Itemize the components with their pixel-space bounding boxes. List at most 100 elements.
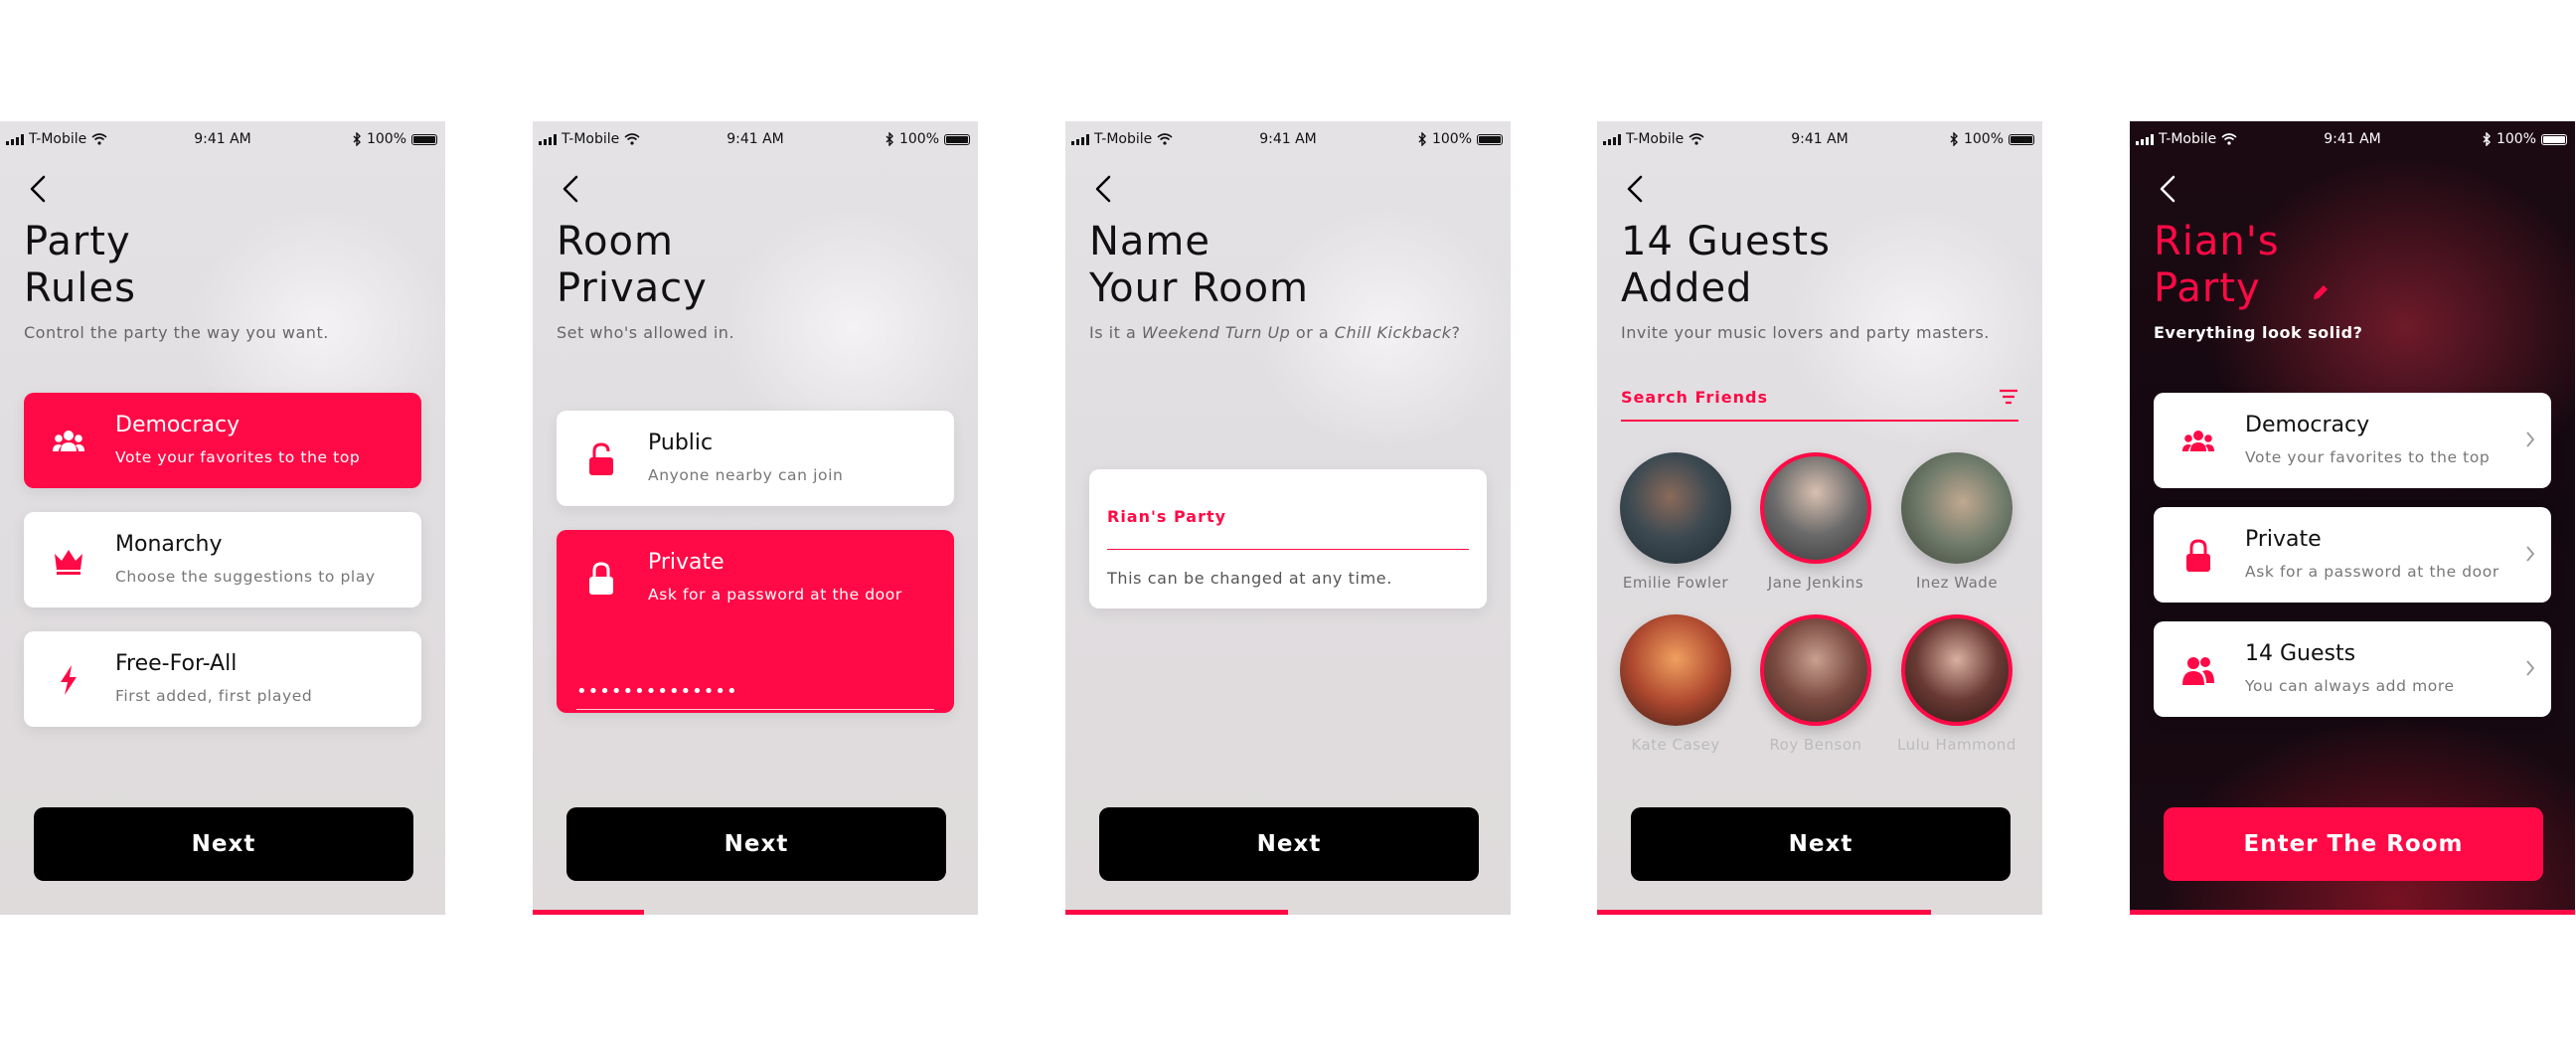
option-description: Ask for a password at the door: [648, 586, 902, 604]
name-room-screen: T-Mobile 9:41 AM 100% Name Your Room Is …: [1065, 121, 1511, 915]
option-description: You can always add more: [2245, 677, 2455, 695]
avatar: [1620, 614, 1731, 726]
option-democracy[interactable]: Democracy Vote your favorites to the top: [24, 393, 421, 488]
page-title: Rian's Party: [2154, 219, 2280, 311]
guest-name: Inez Wade: [1915, 574, 1999, 592]
search-friends-field[interactable]: Search Friends: [1621, 382, 2018, 422]
battery-label: 100%: [1963, 131, 2004, 147]
party-rules-screen: T-Mobile 9:41 AM 100% Party Rules Contro…: [0, 121, 445, 915]
lock-icon: [584, 562, 618, 596]
guest-item[interactable]: Roy Benson: [1756, 614, 1875, 754]
chevron-right-icon: [2525, 431, 2535, 448]
guest-name: Lulu Hammond: [1897, 736, 2016, 754]
lightning-icon: [52, 663, 85, 697]
bluetooth-icon: [885, 132, 894, 146]
bluetooth-icon: [1417, 132, 1427, 146]
guest-item[interactable]: Inez Wade: [1897, 452, 2016, 592]
guests-screen: T-Mobile 9:41 AM 100% 14 Guests Added In…: [1597, 121, 2042, 915]
option-label: Monarchy: [115, 532, 223, 557]
input-underline: [1107, 549, 1469, 550]
status-bar: T-Mobile 9:41 AM 100%: [1065, 127, 1511, 153]
battery-icon: [411, 133, 437, 145]
next-button[interactable]: Next: [1631, 807, 2011, 881]
page-title: Party Rules: [24, 219, 136, 311]
guest-name: Emilie Fowler: [1622, 574, 1729, 592]
pencil-icon[interactable]: [2311, 282, 2331, 302]
chevron-right-icon: [2525, 659, 2535, 677]
option-description: Ask for a password at the door: [2245, 563, 2499, 581]
summary-private[interactable]: Private Ask for a password at the door: [2154, 507, 2551, 603]
guest-name: Jane Jenkins: [1767, 574, 1864, 592]
option-description: First added, first played: [115, 687, 313, 705]
guest-name: Kate Casey: [1631, 736, 1720, 754]
option-label: Private: [2245, 527, 2322, 552]
summary-screen: T-Mobile 9:41 AM 100% Rian's Party Every…: [2130, 121, 2575, 915]
option-description: Choose the suggestions to play: [115, 568, 376, 586]
option-label: Private: [648, 550, 724, 575]
page-title: Room Privacy: [557, 219, 708, 311]
guest-name: Roy Benson: [1769, 736, 1862, 754]
guest-item[interactable]: Kate Casey: [1616, 614, 1735, 754]
back-arrow-icon[interactable]: [2154, 171, 2183, 207]
guest-item[interactable]: Emilie Fowler: [1616, 452, 1735, 592]
avatar: [1901, 452, 2012, 564]
status-bar: T-Mobile 9:41 AM 100%: [2130, 127, 2575, 153]
back-arrow-icon[interactable]: [1621, 171, 1651, 207]
bluetooth-icon: [2482, 132, 2492, 146]
option-monarchy[interactable]: Monarchy Choose the suggestions to play: [24, 512, 421, 607]
avatar: [1901, 614, 2012, 726]
filter-icon[interactable]: [1999, 388, 2018, 406]
option-description: Anyone nearby can join: [648, 466, 844, 484]
chevron-right-icon: [2525, 545, 2535, 563]
password-field[interactable]: ••••••••••••••: [576, 681, 934, 710]
option-private[interactable]: Private Ask for a password at the door •…: [557, 530, 954, 713]
group-icon: [2181, 425, 2215, 458]
page-subtitle: Set who's allowed in.: [557, 323, 735, 342]
avatar: [1760, 614, 1871, 726]
room-name-card: Rian's Party This can be changed at any …: [1089, 469, 1487, 608]
guest-item[interactable]: Lulu Hammond: [1897, 614, 2016, 754]
option-label: Democracy: [115, 413, 241, 437]
option-label: Democracy: [2245, 413, 2370, 437]
option-label: Free-For-All: [115, 651, 238, 676]
battery-label: 100%: [366, 131, 406, 147]
page-subtitle: Is it a Weekend Turn Up or a Chill Kickb…: [1089, 323, 1461, 342]
battery-icon: [2541, 133, 2567, 145]
room-privacy-screen: T-Mobile 9:41 AM 100% Room Privacy Set w…: [533, 121, 978, 915]
enter-room-button[interactable]: Enter The Room: [2164, 807, 2543, 881]
next-button[interactable]: Next: [1099, 807, 1479, 881]
avatar: [1760, 452, 1871, 564]
option-public[interactable]: Public Anyone nearby can join: [557, 411, 954, 506]
bluetooth-icon: [1949, 132, 1959, 146]
progress-bar: [1597, 910, 1931, 915]
option-label: Public: [648, 431, 714, 455]
status-bar: T-Mobile 9:41 AM 100%: [0, 127, 445, 153]
room-name-hint: This can be changed at any time.: [1107, 569, 1392, 588]
option-free-for-all[interactable]: Free-For-All First added, first played: [24, 631, 421, 727]
search-input[interactable]: Search Friends: [1621, 388, 1768, 407]
battery-icon: [1477, 133, 1503, 145]
next-button[interactable]: Next: [34, 807, 413, 881]
progress-bar: [2130, 910, 2575, 915]
page-title: Name Your Room: [1089, 219, 1310, 311]
crown-icon: [52, 544, 85, 578]
status-bar: T-Mobile 9:41 AM 100%: [1597, 127, 2042, 153]
guest-item[interactable]: Jane Jenkins: [1756, 452, 1875, 592]
page-subtitle: Invite your music lovers and party maste…: [1621, 323, 1990, 342]
battery-label: 100%: [1431, 131, 1472, 147]
summary-democracy[interactable]: Democracy Vote your favorites to the top: [2154, 393, 2551, 488]
back-arrow-icon[interactable]: [24, 171, 54, 207]
battery-icon: [944, 133, 970, 145]
progress-bar: [1065, 910, 1288, 915]
next-button[interactable]: Next: [566, 807, 946, 881]
page-subtitle: Everything look solid?: [2154, 323, 2363, 342]
option-description: Vote your favorites to the top: [2245, 448, 2491, 466]
back-arrow-icon[interactable]: [1089, 171, 1119, 207]
summary-guests[interactable]: 14 Guests You can always add more: [2154, 621, 2551, 717]
option-label: 14 Guests: [2245, 641, 2356, 666]
progress-bar: [533, 910, 644, 915]
bluetooth-icon: [352, 132, 362, 146]
back-arrow-icon[interactable]: [557, 171, 586, 207]
battery-label: 100%: [2496, 131, 2536, 147]
room-name-input[interactable]: Rian's Party: [1107, 507, 1226, 526]
